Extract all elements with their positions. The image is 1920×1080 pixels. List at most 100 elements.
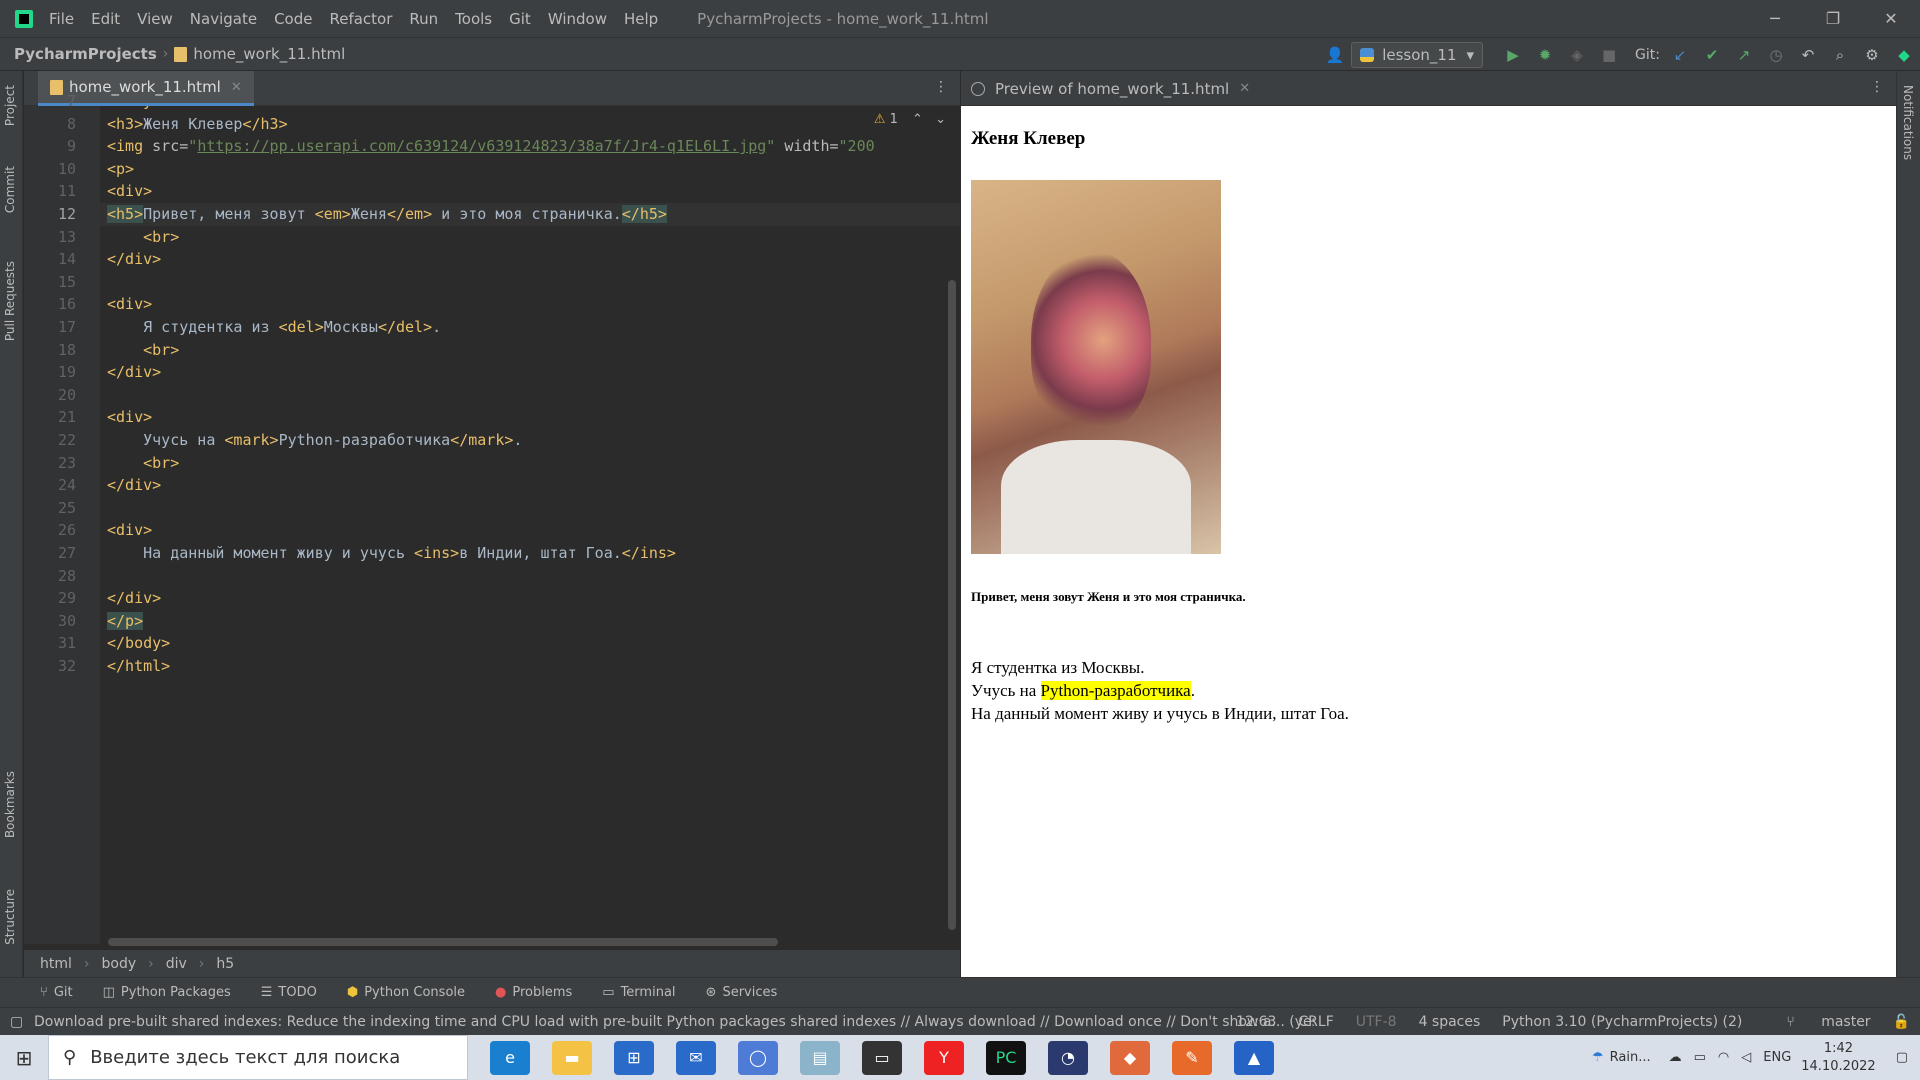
- git-history-icon[interactable]: ◷: [1767, 46, 1785, 64]
- system-clock[interactable]: 1:42 14.10.2022: [1801, 1040, 1875, 1076]
- rollback-icon[interactable]: ↶: [1799, 46, 1817, 64]
- code-line: </body>: [107, 634, 171, 653]
- menu-run[interactable]: Run: [409, 10, 438, 28]
- menu-view[interactable]: View: [137, 10, 173, 28]
- indent-setting[interactable]: 4 spaces: [1419, 1014, 1481, 1030]
- mail-icon[interactable]: ✉: [676, 1040, 716, 1075]
- menu-help[interactable]: Help: [624, 10, 658, 28]
- weather-icon[interactable]: ☂: [1592, 1050, 1604, 1065]
- battery-icon[interactable]: ▭: [1694, 1050, 1706, 1065]
- menu-git[interactable]: Git: [509, 10, 531, 28]
- file-explorer-icon[interactable]: ▬: [552, 1040, 592, 1075]
- more-options-icon[interactable]: ⋮: [1870, 79, 1884, 95]
- python-interpreter[interactable]: Python 3.10 (PycharmProjects) (2): [1502, 1014, 1742, 1030]
- coverage-icon[interactable]: ◈: [1568, 46, 1586, 64]
- status-message[interactable]: Download pre-built shared indexes: Reduc…: [34, 1014, 1314, 1030]
- tool-services[interactable]: ⊛ Services: [706, 985, 778, 1000]
- pen-icon[interactable]: ✎: [1172, 1040, 1212, 1075]
- tool-problems[interactable]: ● Problems: [495, 985, 572, 1000]
- debug-icon[interactable]: ✹: [1536, 46, 1554, 64]
- close-icon[interactable]: ✕: [1239, 81, 1250, 96]
- menu-window[interactable]: Window: [548, 10, 607, 28]
- cloud-icon[interactable]: ☁: [1669, 1050, 1682, 1065]
- minimize-icon[interactable]: ─: [1746, 0, 1804, 37]
- tool-git[interactable]: ⑂ Git: [40, 985, 73, 1000]
- menu-navigate[interactable]: Navigate: [190, 10, 257, 28]
- language-indicator[interactable]: ENG: [1763, 1050, 1791, 1065]
- line-number: 16: [57, 295, 76, 314]
- file-encoding[interactable]: UTF-8: [1356, 1014, 1397, 1030]
- lock-icon[interactable]: 🔓: [1893, 1014, 1910, 1030]
- volume-icon[interactable]: ◁: [1741, 1050, 1751, 1065]
- weather-label[interactable]: Rain...: [1610, 1050, 1651, 1065]
- inspection-widget[interactable]: ⚠ 1 ⌃ ⌄: [874, 112, 946, 127]
- caret-position[interactable]: 12:63: [1236, 1014, 1276, 1030]
- jetbrains-toolbox-icon[interactable]: ◆: [1895, 46, 1913, 64]
- gear-icon[interactable]: ⚙: [1863, 46, 1881, 64]
- wifi-icon[interactable]: ◠: [1718, 1050, 1729, 1065]
- list-icon: ☰: [260, 985, 273, 1000]
- chevron-down-icon[interactable]: ⌄: [935, 112, 946, 127]
- git-branch[interactable]: ⑂ master: [1764, 1014, 1870, 1030]
- tool-todo[interactable]: ☰ TODO: [261, 985, 317, 1000]
- store-icon[interactable]: ⊞: [614, 1040, 654, 1075]
- menu-code[interactable]: Code: [274, 10, 312, 28]
- edge-icon[interactable]: e: [490, 1040, 530, 1075]
- photos-icon[interactable]: ▲: [1234, 1040, 1274, 1075]
- tool-python-packages[interactable]: ◫ Python Packages: [103, 985, 231, 1000]
- menu-refactor[interactable]: Refactor: [329, 10, 392, 28]
- tool-pull-requests[interactable]: Pull Requests: [3, 261, 17, 341]
- menu-tools[interactable]: Tools: [455, 10, 492, 28]
- menu-file[interactable]: File: [49, 10, 74, 28]
- terminal-app-icon[interactable]: ▭: [862, 1040, 902, 1075]
- pycharm-taskbar-icon[interactable]: PC: [986, 1040, 1026, 1075]
- more-options-icon[interactable]: ⋮: [934, 79, 948, 95]
- toggle-tool-windows-icon[interactable]: ▢: [10, 1014, 23, 1030]
- restore-icon[interactable]: ❐: [1804, 0, 1862, 37]
- breadcrumb-body[interactable]: body: [102, 956, 137, 972]
- stop-icon[interactable]: ■: [1600, 46, 1618, 64]
- chat-icon[interactable]: ◯: [738, 1040, 778, 1075]
- run-icon[interactable]: ▶: [1504, 46, 1522, 64]
- code-editor[interactable]: ⚠ 1 ⌃ ⌄ <body> <h3>Женя Клевер</h3> <img s…: [100, 106, 960, 944]
- breadcrumb-h5[interactable]: h5: [216, 956, 234, 972]
- notification-center-icon[interactable]: ▢: [1896, 1050, 1908, 1065]
- tool-commit[interactable]: Commit: [3, 166, 17, 213]
- git-commit-icon[interactable]: ✔: [1703, 46, 1721, 64]
- editor-vertical-scrollbar[interactable]: [948, 280, 956, 930]
- bottom-tool-bar: ⑂ Git ◫ Python Packages ☰ TODO ⬢ Python Cons…: [0, 977, 1920, 1007]
- close-icon[interactable]: ✕: [1862, 0, 1920, 37]
- close-icon[interactable]: ✕: [231, 80, 242, 95]
- user-icon[interactable]: 👤: [1326, 46, 1345, 64]
- tool-structure[interactable]: Structure: [3, 889, 17, 945]
- run-config-select[interactable]: lesson_11 ▾: [1351, 42, 1484, 68]
- tool-bookmarks[interactable]: Bookmarks: [3, 771, 17, 838]
- breadcrumb-file[interactable]: home_work_11.html: [174, 45, 345, 63]
- tool-terminal[interactable]: ▭ Terminal: [602, 985, 675, 1000]
- yandex-browser-icon[interactable]: Y: [924, 1040, 964, 1075]
- tool-python-console[interactable]: ⬢ Python Console: [347, 985, 465, 1000]
- code-line: <body>: [107, 106, 161, 110]
- breadcrumb-project[interactable]: PycharmProjects: [14, 45, 157, 63]
- figma-icon[interactable]: ◆: [1110, 1040, 1150, 1075]
- clock-app-icon[interactable]: ◔: [1048, 1040, 1088, 1075]
- breadcrumb-div[interactable]: div: [166, 956, 187, 972]
- editor-horizontal-scrollbar[interactable]: [108, 938, 778, 946]
- tool-project[interactable]: Project: [3, 85, 17, 126]
- line-separator[interactable]: CRLF: [1298, 1014, 1333, 1030]
- search-icon[interactable]: ⌕: [1831, 46, 1849, 64]
- line-number: 15: [57, 272, 76, 291]
- tab-preview[interactable]: Preview of home_work_11.html ✕: [971, 71, 1250, 106]
- windows-start-icon[interactable]: ⊞: [0, 1035, 48, 1080]
- warning-count: 1: [889, 112, 898, 127]
- menu-edit[interactable]: Edit: [91, 10, 120, 28]
- git-push-icon[interactable]: ↗: [1735, 46, 1753, 64]
- window-title: PycharmProjects - home_work_11.html: [697, 9, 989, 28]
- git-update-icon[interactable]: ↙: [1671, 46, 1689, 64]
- taskbar-search-input[interactable]: ⚲ Введите здесь текст для поиска: [48, 1035, 468, 1080]
- notes-icon[interactable]: ▤: [800, 1040, 840, 1075]
- line-number: 23: [57, 453, 76, 472]
- chevron-up-icon[interactable]: ⌃: [912, 112, 923, 127]
- breadcrumb-html[interactable]: html: [40, 956, 72, 972]
- tool-notifications[interactable]: Notifications: [1901, 85, 1915, 160]
